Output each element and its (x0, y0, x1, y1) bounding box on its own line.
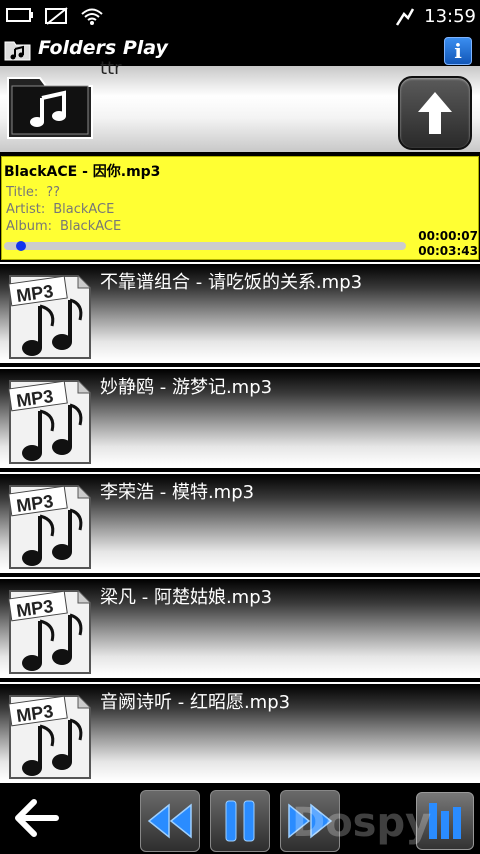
track-name: 梁凡 - 阿楚姑娘.mp3 (100, 587, 273, 608)
album-value: BlackACE (60, 219, 122, 234)
progress-thumb[interactable] (16, 241, 26, 251)
artist-row: Artist: BlackACE (6, 202, 114, 217)
artist-value: BlackACE (53, 202, 115, 217)
list-item[interactable]: MP3 梁凡 - 阿楚姑娘.mp3 (0, 577, 480, 678)
wifi-icon (81, 8, 103, 25)
title-label: Title: (6, 185, 39, 200)
up-folder-button[interactable] (398, 76, 472, 150)
pause-icon (225, 800, 255, 842)
now-playing-panel[interactable]: BlackACE - 因你.mp3 Title:?? Artist: BlackA… (1, 156, 479, 260)
track-name: 李荣浩 - 模特.mp3 (100, 482, 255, 503)
artist-label: Artist: (6, 202, 46, 217)
back-arrow-icon[interactable] (14, 798, 60, 838)
mp3-file-icon: MP3 (8, 380, 91, 464)
rewind-icon (147, 803, 192, 839)
no-sim-icon (45, 7, 68, 25)
watermark: Dospy (292, 800, 432, 846)
list-item[interactable]: MP3 不靠谱组合 - 请吃饭的关系.mp3 (0, 262, 480, 363)
album-row: Album: BlackACE (6, 219, 121, 234)
mp3-file-icon: MP3 (8, 275, 91, 359)
up-arrow-icon (418, 92, 452, 134)
progress-bar[interactable] (4, 241, 406, 251)
list-item[interactable]: MP3 音阙诗听 - 红昭愿.mp3 (0, 682, 480, 783)
mp3-file-icon: MP3 (8, 590, 91, 674)
title-row: Title:?? (6, 185, 60, 200)
title-value: ?? (46, 185, 61, 200)
track-name: 音阙诗听 - 红昭愿.mp3 (100, 692, 291, 713)
elapsed-time: 00:00:07 (418, 229, 478, 243)
folder-name-partial: ttr (100, 58, 122, 79)
mp3-file-icon: MP3 (8, 695, 91, 779)
title-bar: Folders Play i (0, 34, 480, 66)
now-playing-file: BlackACE - 因你.mp3 (4, 164, 161, 180)
info-button[interactable]: i (444, 37, 472, 65)
status-time: 13:59 (424, 6, 476, 27)
alarm-clock-icon (395, 8, 415, 26)
list-item[interactable]: MP3 妙静鸥 - 游梦记.mp3 (0, 367, 480, 468)
list-item[interactable]: MP3 李荣浩 - 模特.mp3 (0, 472, 480, 573)
total-time: 00:03:43 (418, 244, 478, 258)
pause-button[interactable] (210, 790, 270, 852)
track-name: 不靠谱组合 - 请吃饭的关系.mp3 (100, 272, 363, 293)
music-folder-large-icon[interactable] (6, 68, 94, 140)
status-bar: 13:59 (0, 0, 480, 34)
album-label: Album: (6, 219, 53, 234)
app-title: Folders Play (38, 37, 168, 59)
mp3-file-icon: MP3 (8, 485, 91, 569)
info-icon: i (454, 39, 462, 63)
music-folder-icon (4, 41, 31, 61)
rewind-button[interactable] (140, 790, 200, 852)
folder-header: ttr (0, 58, 480, 152)
track-name: 妙静鸥 - 游梦记.mp3 (100, 377, 273, 398)
battery-icon (6, 8, 33, 22)
